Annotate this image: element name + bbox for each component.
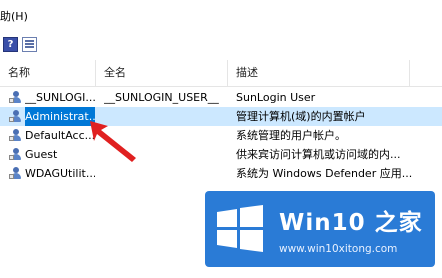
watermark-url: www.win10xitong.com [279,243,398,255]
row-description: 系统管理的用户帐户。 [236,129,346,142]
row-full-name [104,164,224,183]
row-name: Guest [25,148,58,161]
column-header-description[interactable]: 描述 [228,60,410,86]
list-view-icon[interactable] [22,37,37,52]
list-row-defaultaccount[interactable]: DefaultAcc... 系统管理的用户帐户。 [0,126,442,145]
list-row-guest[interactable]: Guest 供来宾访问计算机或访问域的内... [0,145,442,164]
list-row-administrator[interactable]: Administrat... 管理计算机(域)的内置帐户 [0,107,442,126]
user-icon [9,147,23,161]
row-name: WDAGUtilit... [25,167,95,180]
column-header-full-name[interactable]: 全名 [96,60,228,86]
row-description: 系统为 Windows Defender 应用... [236,167,413,180]
annotation-arrow-icon [90,121,136,162]
row-name: __SUNLOGI... [25,91,95,104]
list-row-wdagutility[interactable]: WDAGUtilit... 系统为 Windows Defender 应用... [0,164,442,183]
list-row-sunlogin[interactable]: __SUNLOGI... __SUNLOGIN_USER__ SunLogin … [0,88,442,107]
row-description: 供来宾访问计算机或访问域的内... [236,148,401,161]
user-icon [9,128,23,142]
watermark-banner: Win10 之家 www.win10xitong.com [205,191,435,267]
row-description: SunLogin User [236,91,316,104]
toolbar: ? [0,30,442,59]
windows-logo-icon [217,205,263,252]
row-name: Administrat... [25,107,95,126]
row-description: 管理计算机(域)的内置帐户 [236,110,366,123]
row-name: DefaultAcc... [25,129,95,142]
menu-bar: 助(H) [0,0,442,28]
column-header-name[interactable]: 名称 [0,60,96,86]
user-icon [9,166,23,180]
menu-help[interactable]: 助(H) [0,8,28,24]
watermark-title: Win10 之家 [279,210,423,236]
help-icon[interactable]: ? [3,37,18,52]
row-full-name: __SUNLOGIN_USER__ [104,91,219,104]
user-icon [9,109,23,123]
list-header: 名称 全名 描述 [0,60,442,87]
user-icon [9,90,23,104]
